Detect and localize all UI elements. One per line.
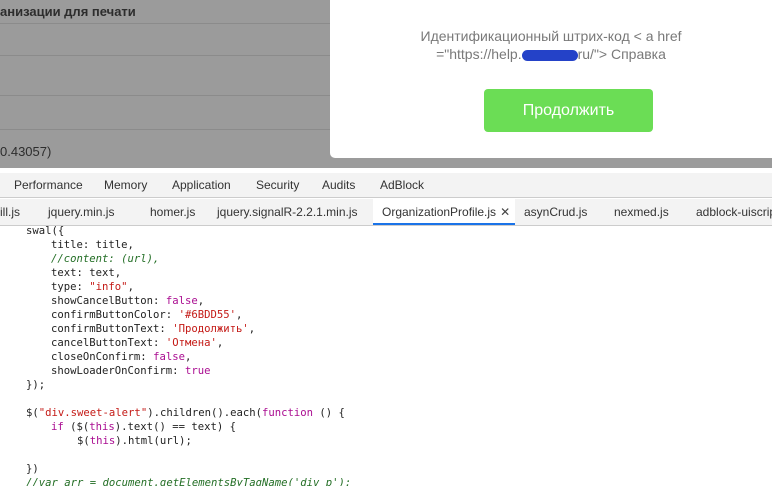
- tab-performance[interactable]: Performance: [14, 178, 83, 192]
- file-tab[interactable]: asynCrud.js: [524, 205, 587, 219]
- code-line: swal({: [26, 226, 65, 237]
- code-editor[interactable]: swal({ title: title, //content: (url), t…: [0, 226, 772, 486]
- source-file-tabs: ill.js jquery.min.js homer.js jquery.sig…: [0, 199, 772, 226]
- tab-audits[interactable]: Audits: [322, 178, 355, 192]
- code-line: cancelButtonText: 'Отмена',: [51, 337, 224, 349]
- alert-message-line2: ="https://help. ru/"> Справка: [350, 45, 752, 63]
- code-line: $(this).html(url);: [77, 435, 192, 447]
- code-line: text: text,: [51, 267, 122, 279]
- code-line: confirmButtonColor: '#6BDD55',: [51, 309, 243, 321]
- close-icon[interactable]: ✕: [500, 205, 510, 219]
- code-line: //content: (url),: [51, 253, 160, 265]
- code-line: }): [26, 463, 39, 475]
- file-tab[interactable]: jquery.signalR-2.2.1.min.js: [217, 205, 358, 219]
- code-line: if ($(this).text() == text) {: [51, 421, 236, 433]
- file-tab-label: OrganizationProfile.js: [382, 205, 497, 219]
- code-line: closeOnConfirm: false,: [51, 351, 192, 363]
- code-line: showLoaderOnConfirm: true: [51, 365, 211, 377]
- code-line: title: title,: [51, 239, 134, 251]
- alert-message: Идентификационный штрих-код < a href ="h…: [350, 27, 752, 63]
- tab-adblock[interactable]: AdBlock: [380, 178, 424, 192]
- file-tab-active[interactable]: OrganizationProfile.js ✕: [373, 199, 515, 225]
- tab-application[interactable]: Application: [172, 178, 231, 192]
- confirm-button[interactable]: Продолжить: [484, 89, 653, 132]
- file-tab[interactable]: adblock-uiscrip: [696, 205, 772, 219]
- file-tab[interactable]: nexmed.js: [614, 205, 669, 219]
- code-line: confirmButtonText: 'Продолжить',: [51, 323, 256, 335]
- alert-url-suffix: ru/"> Справка: [577, 46, 666, 62]
- alert-message-line1: Идентификационный штрих-код < a href: [420, 28, 682, 44]
- alert-url-prefix: ="https://help.: [436, 46, 522, 62]
- code-line: $("div.sweet-alert").children().each(fun…: [26, 407, 345, 419]
- tab-security[interactable]: Security: [256, 178, 299, 192]
- code-line: type: "info",: [51, 281, 134, 293]
- redacted-scribble: [521, 49, 578, 61]
- file-tab[interactable]: homer.js: [150, 205, 195, 219]
- code-line: //var arr = document.getElementsByTagNam…: [26, 477, 352, 486]
- file-tab[interactable]: jquery.min.js: [48, 205, 114, 219]
- code-line: });: [26, 379, 46, 391]
- file-tab[interactable]: ill.js: [0, 205, 20, 219]
- devtools-panel-tabs: Performance Memory Application Security …: [0, 173, 772, 198]
- tab-memory[interactable]: Memory: [104, 178, 147, 192]
- code-line: showCancelButton: false,: [51, 295, 205, 307]
- sweet-alert-modal: Идентификационный штрих-код < a href ="h…: [330, 0, 772, 158]
